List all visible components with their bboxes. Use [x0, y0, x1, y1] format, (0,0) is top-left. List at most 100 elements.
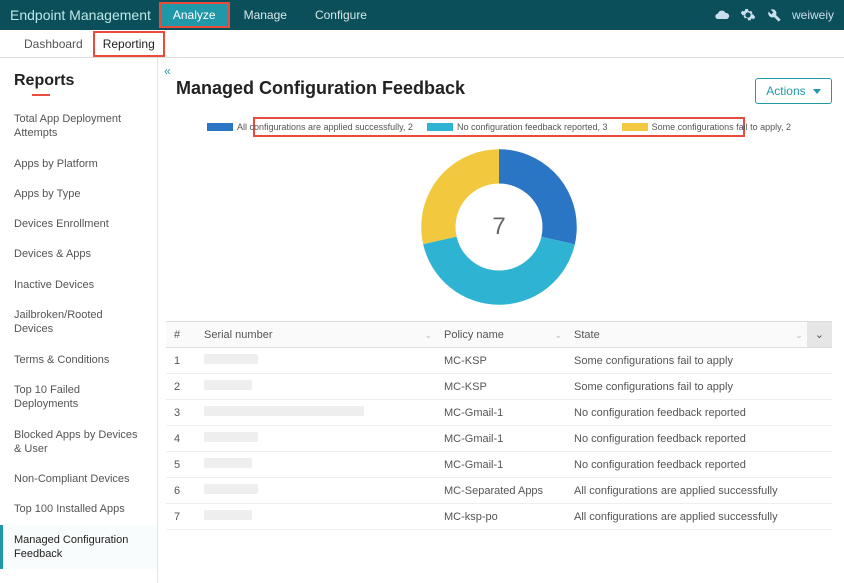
sidebar-item[interactable]: Devices Enrollment — [0, 209, 157, 239]
sidebar-item[interactable]: Jailbroken/Rooted Devices — [0, 300, 157, 345]
state-cell: Some configurations fail to apply — [566, 374, 832, 400]
column-header[interactable]: Policy name⌄ — [436, 322, 566, 348]
row-index: 2 — [166, 374, 196, 400]
subtab-dashboard[interactable]: Dashboard — [14, 31, 93, 57]
topnav-item-analyze[interactable]: Analyze — [159, 2, 230, 28]
policy-cell: MC-Gmail-1 — [436, 400, 566, 426]
sidebar-item[interactable]: Top 10 Failed Deployments — [0, 375, 157, 420]
column-header[interactable]: # — [166, 322, 196, 348]
user-label[interactable]: weiweiy — [792, 8, 834, 22]
cloud-icon[interactable] — [714, 7, 730, 23]
actions-label: Actions — [766, 84, 805, 98]
legend-label: No configuration feedback reported, 3 — [457, 122, 608, 132]
row-index: 1 — [166, 348, 196, 374]
serial-cell — [196, 452, 436, 478]
sidebar: Reports Total App Deployment AttemptsApp… — [0, 58, 158, 583]
table-row[interactable]: 2 MC-KSPSome configurations fail to apply — [166, 374, 832, 400]
serial-cell — [196, 400, 436, 426]
table-row[interactable]: 6MC-Separated AppsAll configurations are… — [166, 478, 832, 504]
sidebar-title: Reports — [0, 72, 157, 94]
sidebar-item[interactable]: Inactive Devices — [0, 270, 157, 300]
state-cell: No configuration feedback reported — [566, 452, 832, 478]
policy-cell: MC-Gmail-1 — [436, 426, 566, 452]
row-index: 3 — [166, 400, 196, 426]
redacted-text — [204, 380, 252, 390]
redacted-text — [204, 354, 258, 364]
content: « Managed Configuration Feedback Actions… — [158, 58, 844, 583]
topbar: Endpoint Management AnalyzeManageConfigu… — [0, 0, 844, 30]
redacted-text — [204, 406, 364, 416]
serial-cell — [196, 426, 436, 452]
state-cell: Some configurations fail to apply — [566, 348, 832, 374]
sidebar-item[interactable]: Apps by Type — [0, 179, 157, 209]
state-filter-dropdown[interactable]: ⌄ — [807, 322, 832, 348]
gear-icon[interactable] — [740, 7, 756, 23]
policy-cell: MC-KSP — [436, 374, 566, 400]
sidebar-item[interactable]: Apps by Platform — [0, 149, 157, 179]
sidebar-underline — [32, 94, 50, 96]
redacted-text — [204, 432, 258, 442]
chevron-down-icon: ⌄ — [815, 329, 824, 341]
legend-item: No configuration feedback reported, 3 — [427, 122, 608, 132]
column-header[interactable]: Serial number⌄ — [196, 322, 436, 348]
table-row[interactable]: 7 MC-ksp-poAll configurations are applied… — [166, 504, 832, 530]
sidebar-item[interactable]: Total App Deployment Attempts — [0, 104, 157, 149]
main: Reports Total App Deployment AttemptsApp… — [0, 58, 844, 583]
topnav-item-configure[interactable]: Configure — [301, 2, 381, 28]
legend-swatch — [427, 123, 453, 131]
collapse-sidebar-icon[interactable]: « — [164, 64, 171, 78]
state-cell: All configurations are applied successfu… — [566, 478, 832, 504]
row-index: 7 — [166, 504, 196, 530]
table-row[interactable]: 3 MC-Gmail-1No configuration feedback rep… — [166, 400, 832, 426]
table-row[interactable]: 1 MC-KSPSome configurations fail to apply — [166, 348, 832, 374]
state-cell: No configuration feedback reported — [566, 400, 832, 426]
redacted-text — [204, 484, 258, 494]
topbar-right: weiweiy — [714, 7, 834, 23]
redacted-text — [204, 510, 252, 520]
redacted-text — [204, 458, 252, 468]
donut-chart: 7 — [419, 147, 579, 307]
legend-item: All configurations are applied successfu… — [207, 122, 413, 132]
column-header[interactable]: State⌄ — [566, 322, 807, 348]
policy-cell: MC-Separated Apps — [436, 478, 566, 504]
state-cell: All configurations are applied successfu… — [566, 504, 832, 530]
chart-legend: All configurations are applied successfu… — [253, 117, 745, 137]
sidebar-item[interactable]: Top 100 Installed Apps — [0, 494, 157, 524]
policy-cell: MC-Gmail-1 — [436, 452, 566, 478]
legend-swatch — [207, 123, 233, 131]
subtabs: DashboardReporting — [0, 30, 844, 58]
policy-cell: MC-ksp-po — [436, 504, 566, 530]
sidebar-item[interactable]: Non-Compliant Devices — [0, 464, 157, 494]
serial-cell — [196, 504, 436, 530]
legend-label: Some configurations fail to apply, 2 — [652, 122, 791, 132]
legend-label: All configurations are applied successfu… — [237, 122, 413, 132]
sort-caret-icon: ⌄ — [795, 330, 803, 341]
sidebar-item[interactable]: Blocked Apps by Devices & User — [0, 420, 157, 465]
donut-chart-wrap: 7 — [166, 147, 832, 307]
sort-caret-icon: ⌄ — [554, 330, 562, 341]
sidebar-item[interactable]: Terms & Conditions — [0, 345, 157, 375]
donut-center-value: 7 — [419, 147, 579, 307]
data-table: #Serial number⌄Policy name⌄State⌄⌄ 1MC-K… — [166, 321, 832, 530]
brand: Endpoint Management — [10, 7, 151, 23]
sort-caret-icon: ⌄ — [424, 330, 432, 341]
wrench-icon[interactable] — [766, 7, 782, 23]
table-row[interactable]: 5 MC-Gmail-1No configuration feedback rep… — [166, 452, 832, 478]
policy-cell: MC-KSP — [436, 348, 566, 374]
sidebar-item[interactable]: Devices & Apps — [0, 239, 157, 269]
legend-swatch — [622, 123, 648, 131]
subtab-reporting[interactable]: Reporting — [93, 31, 165, 57]
serial-cell — [196, 478, 436, 504]
page-title: Managed Configuration Feedback — [176, 78, 832, 99]
serial-cell — [196, 374, 436, 400]
state-cell: No configuration feedback reported — [566, 426, 832, 452]
table-row[interactable]: 4 MC-Gmail-1No configuration feedback rep… — [166, 426, 832, 452]
actions-button[interactable]: Actions — [755, 78, 832, 104]
topnav-item-manage[interactable]: Manage — [230, 2, 301, 28]
row-index: 4 — [166, 426, 196, 452]
row-index: 5 — [166, 452, 196, 478]
topnav: AnalyzeManageConfigure — [159, 8, 381, 22]
sidebar-item[interactable]: Managed Configuration Feedback — [0, 525, 157, 570]
chevron-down-icon — [813, 89, 821, 94]
legend-item: Some configurations fail to apply, 2 — [622, 122, 791, 132]
